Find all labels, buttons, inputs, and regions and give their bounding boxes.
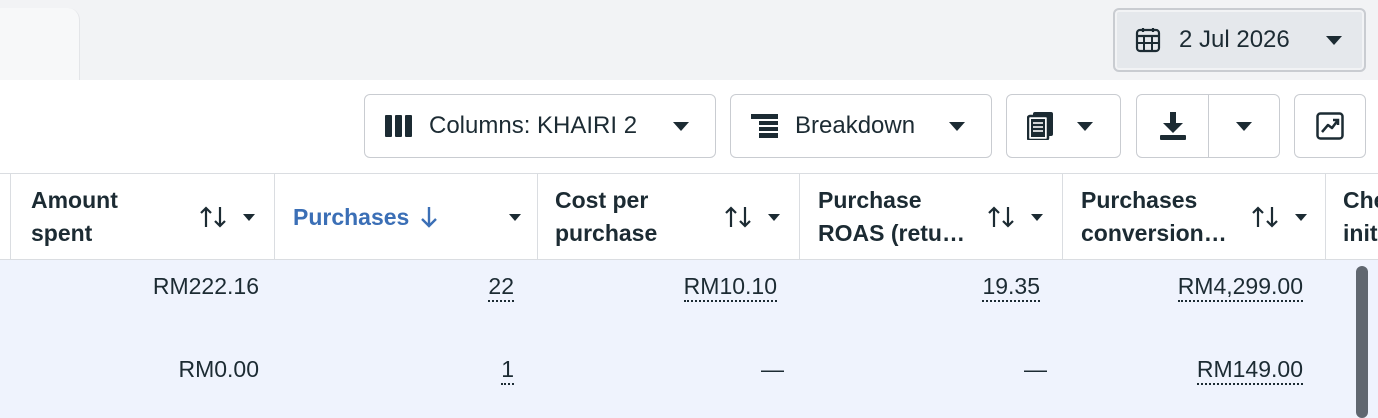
cost-per-purchase-cell: —	[761, 356, 784, 382]
download-icon	[1159, 112, 1186, 140]
export-button[interactable]	[1137, 95, 1209, 157]
chevron-down-icon	[673, 121, 689, 131]
columns-label: Columns: KHAIRI 2	[429, 112, 638, 139]
chevron-down-icon[interactable]	[768, 213, 780, 221]
sort-icon[interactable]	[199, 205, 227, 229]
column-header-purchases[interactable]: Purchases	[274, 174, 537, 260]
arrow-down-icon	[421, 207, 438, 228]
chevron-down-icon	[1326, 35, 1342, 45]
columns-icon	[385, 115, 413, 137]
breakdown-label: Breakdown	[795, 112, 916, 139]
amount-spent-cell: RM222.16	[152, 273, 259, 299]
column-header-amount-spent[interactable]: Amount spent	[10, 174, 274, 260]
date-label: 2 Jul 2026	[1179, 26, 1290, 53]
purchases-cell[interactable]: 22	[488, 273, 514, 302]
vertical-scrollbar[interactable]	[1356, 266, 1368, 418]
purchases-conversion-cell[interactable]: RM4,299.00	[1177, 273, 1303, 302]
ads-table-panel: Columns: KHAIRI 2 Breakdown Amount spent	[0, 80, 1378, 418]
table-body: RM222.16 22 RM10.10 19.35 RM4,299.00 RM0…	[0, 260, 1378, 418]
column-header-cost-per-purchase[interactable]: Cost per purchase	[537, 174, 799, 260]
reports-button[interactable]	[1006, 94, 1121, 158]
sort-icon[interactable]	[1251, 205, 1279, 229]
amount-spent-cell: RM0.00	[178, 356, 259, 382]
date-range-picker[interactable]: 2 Jul 2026	[1113, 8, 1366, 72]
top-bar: 2 Jul 2026	[0, 0, 1378, 80]
chevron-down-icon[interactable]	[1295, 213, 1307, 221]
table-header: Amount spent Purchases Cost per purchase…	[0, 173, 1378, 260]
purchases-cell[interactable]: 1	[501, 356, 514, 385]
breakdown-icon	[751, 114, 779, 138]
calendar-icon	[1135, 28, 1161, 53]
export-button-group	[1136, 94, 1280, 158]
purchases-conversion-cell[interactable]: RM149.00	[1196, 356, 1303, 385]
purchase-roas-cell[interactable]: 19.35	[982, 273, 1040, 302]
sort-icon[interactable]	[724, 205, 752, 229]
chevron-down-icon[interactable]	[1031, 213, 1043, 221]
sort-icon[interactable]	[987, 205, 1015, 229]
export-options-button[interactable]	[1209, 121, 1279, 131]
chart-icon	[1316, 112, 1344, 140]
chevron-down-icon	[1236, 121, 1252, 131]
chevron-down-icon[interactable]	[509, 213, 521, 221]
breakdown-button[interactable]: Breakdown	[730, 94, 992, 158]
reports-icon	[1027, 112, 1057, 140]
chevron-down-icon	[949, 121, 965, 131]
chevron-down-icon[interactable]	[243, 213, 255, 221]
column-header-purchase-roas[interactable]: Purchase ROAS (retu…	[799, 174, 1062, 260]
chevron-down-icon	[1077, 121, 1093, 131]
chart-button[interactable]	[1294, 94, 1366, 158]
left-panel-card	[0, 8, 80, 80]
purchase-roas-cell: —	[1024, 356, 1047, 382]
columns-button[interactable]: Columns: KHAIRI 2	[364, 94, 716, 158]
column-header-checkouts-initiated[interactable]: Che initi	[1325, 174, 1378, 260]
cost-per-purchase-cell[interactable]: RM10.10	[683, 273, 777, 302]
column-header-purchases-conversion[interactable]: Purchases conversion…	[1062, 174, 1325, 260]
